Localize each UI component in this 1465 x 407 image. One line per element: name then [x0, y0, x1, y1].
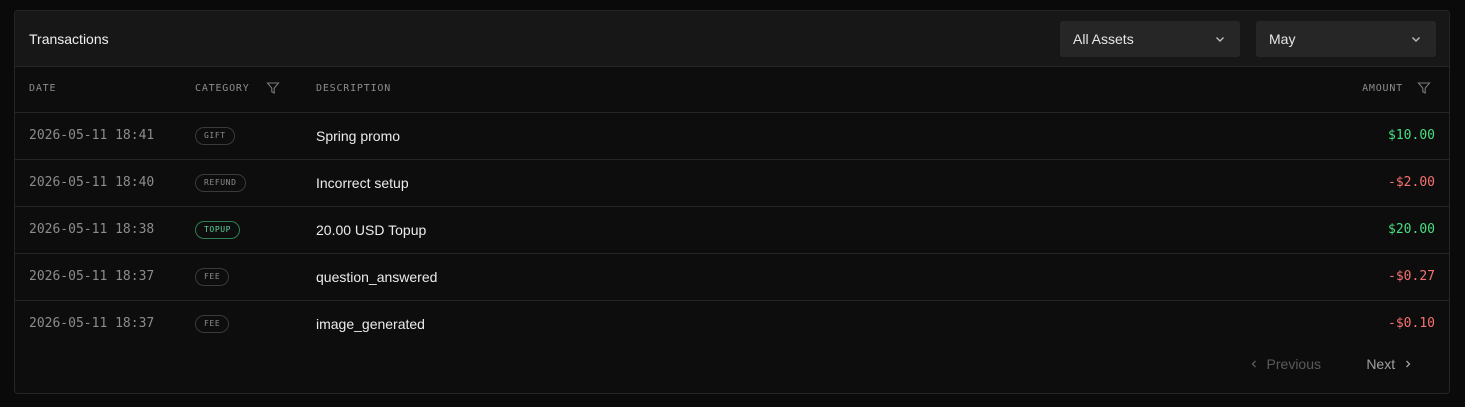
month-filter-select[interactable]: May	[1256, 21, 1436, 57]
table-header: DATE CATEGORY DESCRIPTION AMOUNT	[15, 67, 1449, 113]
next-page-button[interactable]: Next	[1366, 355, 1413, 373]
transaction-description: question_answered	[316, 269, 438, 285]
chevron-down-icon	[1216, 37, 1224, 42]
month-filter-value: May	[1269, 31, 1296, 47]
category-badge: REFUND	[195, 174, 246, 192]
previous-page-label: Previous	[1266, 356, 1321, 372]
panel-title: Transactions	[29, 31, 109, 47]
transaction-amount: $20.00	[1388, 222, 1435, 237]
asset-filter-select[interactable]: All Assets	[1060, 21, 1240, 57]
table-row: 2026-05-11 18:37 FEE image_generated -$0…	[15, 301, 1449, 347]
transactions-panel: Transactions All Assets May DATE CATEGOR…	[14, 10, 1450, 394]
transaction-amount: -$2.00	[1388, 175, 1435, 190]
filter-icon[interactable]	[1417, 81, 1431, 95]
category-badge: FEE	[195, 315, 230, 333]
transaction-description: image_generated	[316, 316, 425, 332]
chevron-right-icon	[1406, 360, 1411, 368]
column-header-description: DESCRIPTION	[316, 83, 392, 94]
next-page-label: Next	[1366, 356, 1396, 372]
transaction-description: Incorrect setup	[316, 175, 409, 191]
chevron-left-icon	[1251, 360, 1256, 368]
transaction-description: Spring promo	[316, 128, 401, 144]
transaction-amount: -$0.27	[1388, 269, 1435, 284]
category-badge: FEE	[195, 268, 230, 286]
table-row: 2026-05-11 18:38 TOPUP 20.00 USD Topup $…	[15, 207, 1449, 254]
table-row: 2026-05-11 18:41 GIFT Spring promo $10.0…	[15, 113, 1449, 160]
filter-icon[interactable]	[266, 81, 280, 95]
asset-filter-value: All Assets	[1073, 31, 1134, 47]
transaction-description: 20.00 USD Topup	[316, 222, 427, 238]
category-badge: TOPUP	[195, 221, 241, 239]
table-row: 2026-05-11 18:37 FEE question_answered -…	[15, 254, 1449, 301]
transaction-date: 2026-05-11 18:40	[29, 175, 155, 190]
transaction-date: 2026-05-11 18:37	[29, 269, 155, 284]
column-header-date: DATE	[29, 83, 57, 94]
chevron-down-icon	[1412, 37, 1420, 42]
column-header-category: CATEGORY	[195, 83, 250, 94]
category-badge: GIFT	[195, 127, 235, 145]
panel-header: Transactions All Assets May	[15, 11, 1449, 67]
transaction-date: 2026-05-11 18:41	[29, 128, 155, 143]
previous-page-button[interactable]: Previous	[1249, 355, 1321, 373]
transaction-amount: $10.00	[1388, 128, 1435, 143]
column-header-amount: AMOUNT	[1362, 83, 1403, 94]
transaction-date: 2026-05-11 18:38	[29, 222, 155, 237]
table-row: 2026-05-11 18:40 REFUND Incorrect setup …	[15, 160, 1449, 207]
transaction-amount: -$0.10	[1388, 316, 1435, 331]
transaction-date: 2026-05-11 18:37	[29, 316, 155, 331]
